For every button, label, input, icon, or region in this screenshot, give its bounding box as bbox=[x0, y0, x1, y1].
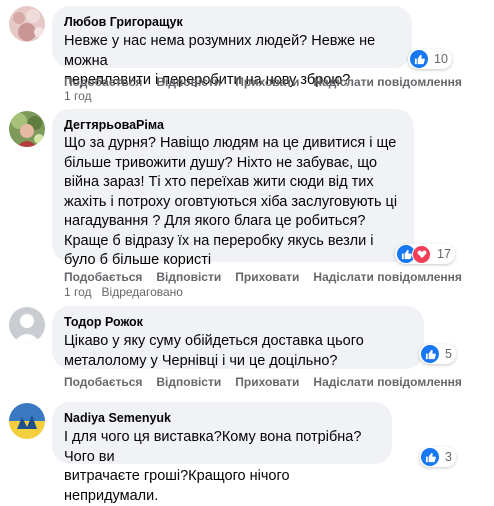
comment-actions: Подобається Відповісти Приховати Надіслати … bbox=[64, 75, 462, 89]
like-icon bbox=[421, 448, 439, 466]
reaction-summary[interactable]: 5 bbox=[419, 344, 456, 364]
comment-text-line: більше тривожити душу? Ніхто не забуває,… bbox=[64, 154, 378, 171]
comment-text-line: Цікаво у яку суму обійдеться доставка ць… bbox=[64, 333, 364, 349]
hide-button[interactable]: Приховати bbox=[235, 375, 299, 389]
like-icon bbox=[421, 345, 439, 363]
reaction-count: 17 bbox=[437, 247, 451, 261]
like-icon bbox=[410, 50, 428, 68]
default-avatar-icon bbox=[13, 314, 41, 343]
comment-text-line: нагадування ? Для якого блага це робитьс… bbox=[64, 213, 366, 229]
hide-button[interactable]: Приховати bbox=[235, 75, 299, 89]
reaction-summary[interactable]: 3 bbox=[419, 447, 456, 467]
comment-meta: 1 год bbox=[64, 89, 102, 103]
comment-text-line: війна зараз! Ті хто переїхав жити сюди в… bbox=[64, 174, 374, 190]
reaction-summary[interactable]: 10 bbox=[408, 49, 452, 69]
edited-label[interactable]: Відредаговано bbox=[102, 285, 183, 299]
avatar[interactable] bbox=[9, 111, 45, 147]
comment-bubble: Nadiya Semenyuk І для чого ця виставка?К… bbox=[52, 402, 392, 504]
avatar[interactable] bbox=[9, 403, 45, 439]
comment-meta: 1 год Відредаговано bbox=[64, 285, 193, 299]
reaction-count: 5 bbox=[445, 347, 452, 361]
comment-bubble: Любов Григоращук Невже у нас нема розумн… bbox=[52, 6, 412, 88]
avatar-image bbox=[9, 403, 45, 439]
comment-text-line: Краще б відразу їх на переробку якусь ве… bbox=[64, 232, 374, 249]
comment-text-line: Невже у нас нема розумних людей? Невже н… bbox=[64, 33, 376, 69]
comment-bubble: Тодор Рожок Цікаво у яку суму обійдеться… bbox=[52, 306, 424, 369]
reply-button[interactable]: Відповісти bbox=[156, 375, 221, 389]
like-button[interactable]: Подобається bbox=[64, 375, 142, 389]
comment-text-line: І для чого ця виставка?Кому вона потрібн… bbox=[64, 429, 362, 465]
comment-text-line: було б більше користі bbox=[64, 252, 212, 268]
comment-timestamp[interactable]: 1 год bbox=[64, 285, 92, 299]
comment-author[interactable]: Nadiya Semenyuk bbox=[64, 410, 380, 426]
send-message-button[interactable]: Надіслати повідомлення bbox=[313, 375, 461, 389]
comment-actions: Подобається Відповісти Приховати Надіслати … bbox=[64, 375, 462, 389]
comment-text-line: витрачаєте гроші?Кращого нічого непридум… bbox=[64, 468, 290, 504]
comment-author[interactable]: Любов Григоращук bbox=[64, 14, 400, 30]
reaction-summary[interactable]: 17 bbox=[395, 244, 455, 264]
avatar-image bbox=[11, 113, 44, 147]
love-icon bbox=[412, 244, 431, 264]
reaction-count: 3 bbox=[445, 450, 452, 464]
comment-author[interactable]: Тодор Рожок bbox=[64, 314, 412, 330]
comment-author[interactable]: ДегтярьоваРіма bbox=[64, 117, 402, 133]
reply-button[interactable]: Відповісти bbox=[156, 75, 221, 89]
avatar[interactable] bbox=[9, 6, 45, 42]
comment-actions: Подобається Відповісти Приховати Надіслати … bbox=[64, 270, 462, 284]
comment-timestamp[interactable]: 1 год bbox=[64, 89, 92, 103]
send-message-button[interactable]: Надіслати повідомлення bbox=[313, 270, 461, 284]
hide-button[interactable]: Приховати bbox=[235, 270, 299, 284]
send-message-button[interactable]: Надіслати повідомлення bbox=[313, 75, 461, 89]
avatar[interactable] bbox=[9, 307, 45, 343]
comment-text-line: металолому у Чернівці і чи це доцільно? bbox=[64, 352, 338, 369]
comment-bubble: ДегтярьоваРіма Що за дурня? Навіщо людям… bbox=[52, 109, 414, 268]
like-button[interactable]: Подобається bbox=[64, 270, 142, 284]
avatar-image bbox=[13, 9, 44, 41]
comment-text-line: жахіть і потроху оговтуються хіба заслуг… bbox=[64, 193, 398, 210]
reply-button[interactable]: Відповісти bbox=[156, 270, 221, 284]
reaction-count: 10 bbox=[434, 52, 448, 66]
like-button[interactable]: Подобається bbox=[64, 75, 142, 89]
comment-text-line: Що за дурня? Навіщо людям на це дивитися… bbox=[64, 135, 397, 151]
